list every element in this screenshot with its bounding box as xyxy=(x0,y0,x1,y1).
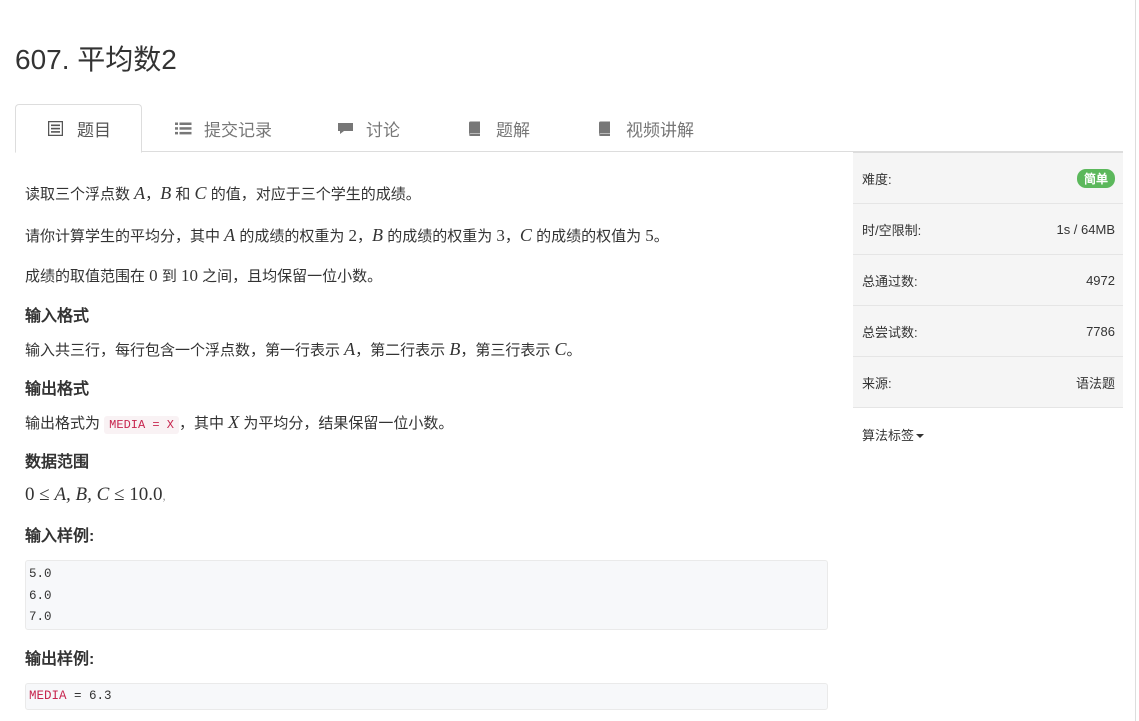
tab-label: 讨论 xyxy=(366,120,400,140)
attempts-label: 总尝试数: xyxy=(862,324,918,340)
limit-row: 时/空限制: 1s / 64MB xyxy=(853,204,1123,255)
sample-input-block[interactable]: 5.0 6.0 7.0 xyxy=(25,560,828,630)
bars-icon xyxy=(175,121,192,136)
inline-code: MEDIA = X xyxy=(104,416,179,434)
difficulty-row: 难度: 简单 xyxy=(853,153,1123,204)
source-value: 语法题 xyxy=(1075,375,1115,391)
page-border xyxy=(1135,0,1136,721)
desc-paragraph-2: 请你计算学生的平均分，其中 A 的成绩的权重为 2，B 的成绩的权重为 3，C … xyxy=(25,225,669,245)
book-icon xyxy=(467,121,482,136)
accepted-value: 4972 xyxy=(1086,272,1115,288)
tab-submissions[interactable]: 提交记录 xyxy=(175,104,272,152)
page-title: 607. 平均数2 xyxy=(15,44,177,75)
caret-down-icon xyxy=(916,434,925,439)
desc-paragraph-1: 读取三个浮点数 A，B 和 C 的值，对应于三个学生的成绩。 xyxy=(25,183,421,203)
source-row: 来源: 语法题 xyxy=(853,357,1123,408)
attempts-row: 总尝试数: 7786 xyxy=(853,306,1123,357)
sample-output-heading: 输出样例: xyxy=(25,651,95,668)
tab-label: 提交记录 xyxy=(204,120,272,140)
tab-solutions[interactable]: 题解 xyxy=(467,104,530,152)
attempts-value: 7786 xyxy=(1086,323,1115,339)
tab-label: 题目 xyxy=(77,121,111,140)
input-format-heading: 输入格式 xyxy=(25,308,90,325)
accepted-label: 总通过数: xyxy=(862,273,918,289)
sample-output-block[interactable]: MEDIA = 6.3 xyxy=(25,683,828,710)
comment-icon xyxy=(337,121,353,136)
difficulty-badge: 简单 xyxy=(1076,168,1115,188)
problem-info-sidebar: 难度: 简单 时/空限制: 1s / 64MB 总通过数: 4972 总尝试数:… xyxy=(853,152,1123,460)
tab-label: 题解 xyxy=(496,120,530,140)
source-label: 来源: xyxy=(862,375,892,391)
tab-discussion[interactable]: 讨论 xyxy=(337,104,400,152)
accepted-row: 总通过数: 4972 xyxy=(853,255,1123,306)
tab-problem[interactable]: 题目 xyxy=(15,104,142,153)
data-range-formula: 0 ≤ A, B, C ≤ 10.0, xyxy=(25,484,166,505)
book-icon xyxy=(597,121,612,136)
tab-video[interactable]: 视频讲解 xyxy=(597,104,694,152)
input-format-text: 输入共三行，每行包含一个浮点数，第一行表示 A，第二行表示 B，第三行表示 C。 xyxy=(25,339,582,359)
tab-bar: 题目 提交记录 讨论 题解 视频讲解 xyxy=(15,104,1123,153)
desc-paragraph-3: 成绩的取值范围在 0 到 10 之间，且均保留一位小数。 xyxy=(25,266,383,285)
output-format-text: 输出格式为 MEDIA = X ，其中 X 为平均分，结果保留一位小数。 xyxy=(25,412,454,434)
data-range-heading: 数据范围 xyxy=(25,454,90,471)
sample-input-heading: 输入样例: xyxy=(25,528,95,545)
difficulty-label: 难度: xyxy=(862,171,892,187)
output-format-heading: 输出格式 xyxy=(25,381,90,398)
tab-label: 视频讲解 xyxy=(626,120,694,140)
list-icon xyxy=(47,120,64,137)
limit-value: 1s / 64MB xyxy=(1056,221,1115,237)
algorithm-tags-toggle[interactable]: 算法标签 xyxy=(853,408,1123,460)
algorithm-tags-dropdown[interactable]: 算法标签 xyxy=(862,425,925,444)
limit-label: 时/空限制: xyxy=(862,222,922,238)
